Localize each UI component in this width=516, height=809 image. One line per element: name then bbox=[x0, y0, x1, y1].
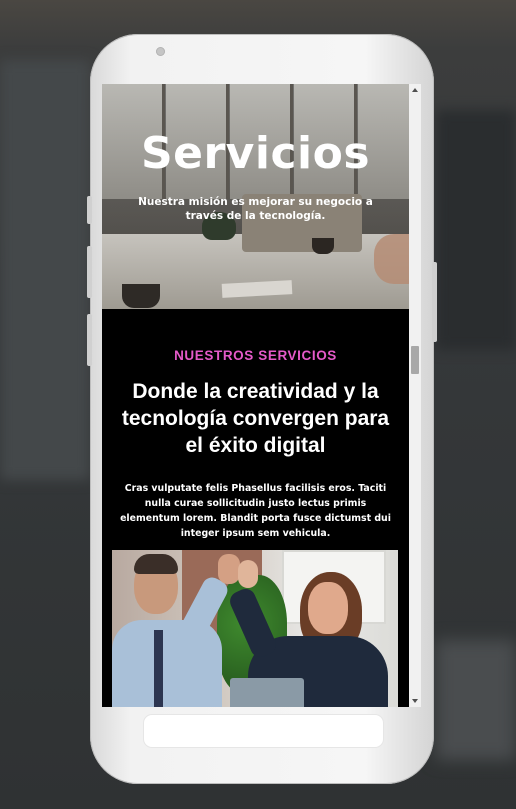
phone-volume-up-button bbox=[87, 246, 92, 298]
section-body-text: Cras vulputate felis Phasellus facilisis… bbox=[120, 483, 391, 539]
phone-mockup: Servicios Nuestra misión es mejorar su n… bbox=[87, 34, 437, 784]
scroll-up-arrow-icon[interactable] bbox=[412, 88, 418, 92]
team-high-five-image bbox=[112, 550, 398, 707]
section-eyebrow: NUESTROS SERVICIOS bbox=[174, 348, 337, 363]
front-camera-icon bbox=[156, 47, 165, 56]
phone-screen[interactable]: Servicios Nuestra misión es mejorar su n… bbox=[102, 84, 421, 707]
section-headline: Donde la creatividad y la tecnología con… bbox=[121, 380, 390, 457]
phone-volume-down-button bbox=[87, 314, 92, 366]
home-button[interactable] bbox=[144, 715, 383, 747]
hero-banner: Servicios Nuestra misión es mejorar su n… bbox=[102, 84, 409, 309]
scrollbar-thumb[interactable] bbox=[411, 346, 419, 374]
phone-side-button bbox=[87, 196, 92, 224]
page-title: Servicios bbox=[140, 128, 371, 179]
hero-subtitle: Nuestra misión es mejorar su negocio a t… bbox=[138, 196, 373, 222]
scroll-down-arrow-icon[interactable] bbox=[412, 699, 418, 703]
page-content: Servicios Nuestra misión es mejorar su n… bbox=[102, 84, 409, 707]
vertical-scrollbar[interactable] bbox=[409, 84, 421, 707]
phone-power-button bbox=[432, 262, 437, 342]
